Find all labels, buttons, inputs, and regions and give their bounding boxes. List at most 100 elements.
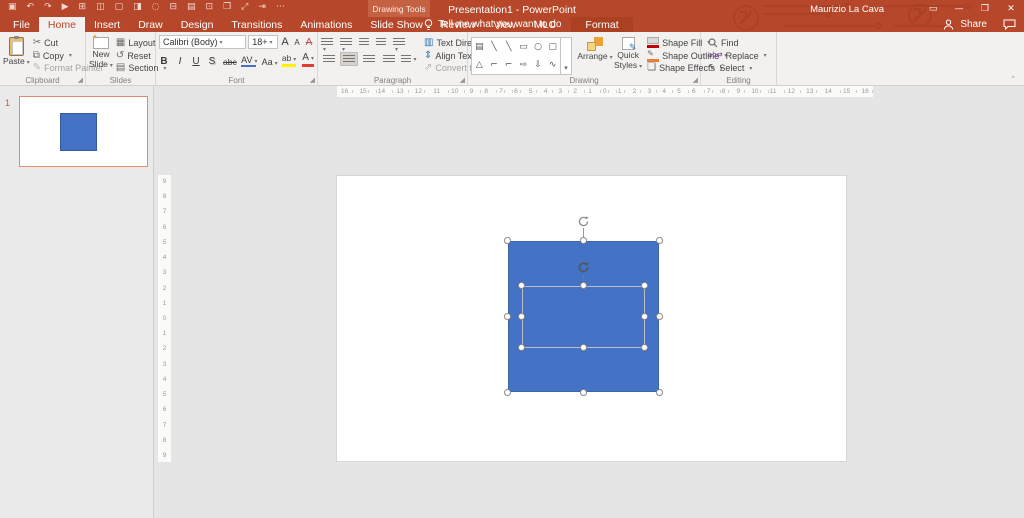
rotate-handle[interactable] bbox=[577, 215, 590, 228]
tab-animations[interactable]: Animations bbox=[291, 17, 361, 32]
next-window-icon[interactable]: ⇥ bbox=[258, 2, 266, 12]
fullscreen-icon[interactable]: ⤢ bbox=[241, 2, 248, 12]
slide-thumbnail[interactable] bbox=[19, 96, 148, 167]
comments-icon[interactable] bbox=[1003, 19, 1016, 30]
collapse-ribbon-icon[interactable]: ⌃ bbox=[1010, 75, 1016, 83]
shrink-font-button[interactable]: A bbox=[292, 38, 302, 47]
change-case-button[interactable]: Aa bbox=[262, 57, 276, 67]
clipboard-dialog-launcher-icon[interactable]: ◢ bbox=[78, 76, 83, 84]
resize-handle-middle-right[interactable] bbox=[656, 313, 663, 320]
resize-handle-top-center[interactable] bbox=[580, 237, 587, 244]
align-right-button[interactable] bbox=[361, 53, 377, 65]
font-dialog-launcher-icon[interactable]: ◢ bbox=[310, 76, 315, 84]
strikethrough-button[interactable]: abc bbox=[223, 57, 237, 67]
inner-handle-top-left[interactable] bbox=[518, 282, 525, 289]
undo-icon[interactable]: ↶ bbox=[27, 2, 35, 12]
drawing-dialog-launcher-icon[interactable]: ◢ bbox=[693, 76, 698, 84]
restore-button[interactable]: ❐ bbox=[972, 0, 998, 17]
tab-insert[interactable]: Insert bbox=[85, 17, 129, 32]
addin-icon-1[interactable]: ⊞ bbox=[79, 2, 87, 12]
paste-button[interactable]: Paste bbox=[3, 35, 30, 74]
qat-overflow-icon[interactable]: ⋯ bbox=[276, 2, 285, 12]
arrow-line-shape[interactable]: ╲ bbox=[506, 42, 511, 52]
arrange-button[interactable]: Arrange bbox=[577, 35, 611, 74]
inner-textbox-selection[interactable] bbox=[522, 286, 645, 348]
grow-font-button[interactable]: A bbox=[280, 36, 290, 48]
elbow-connector-shape[interactable]: ⌐ bbox=[490, 60, 498, 70]
elbow-arrow-connector-shape[interactable]: ⌐ bbox=[505, 60, 513, 70]
highlight-color-button[interactable]: ab bbox=[281, 54, 297, 67]
close-button[interactable]: ✕ bbox=[998, 0, 1024, 17]
addin-icon-2[interactable]: ◫ bbox=[96, 2, 105, 12]
find-button[interactable]: Find bbox=[708, 37, 767, 49]
inner-handle-middle-right[interactable] bbox=[641, 313, 648, 320]
tab-draw[interactable]: Draw bbox=[129, 17, 172, 32]
addin-icon-4[interactable]: ◨ bbox=[133, 2, 142, 12]
inner-handle-bottom-left[interactable] bbox=[518, 344, 525, 351]
tab-format[interactable]: Format bbox=[571, 17, 634, 32]
italic-button[interactable]: I bbox=[175, 56, 185, 67]
justify-button[interactable] bbox=[381, 53, 397, 65]
freeform-shape[interactable]: ∿ bbox=[549, 60, 557, 70]
inner-handle-top-center[interactable] bbox=[580, 282, 587, 289]
triangle-shape[interactable]: △ bbox=[476, 60, 483, 70]
line-spacing-button[interactable] bbox=[393, 38, 405, 47]
align-center-button[interactable] bbox=[340, 52, 358, 66]
copy-window-icon[interactable]: ❐ bbox=[223, 2, 231, 12]
align-left-button[interactable] bbox=[321, 53, 337, 65]
rectangle-shape[interactable]: ▭ bbox=[519, 42, 528, 52]
clear-formatting-button[interactable]: A bbox=[304, 37, 314, 48]
decrease-indent-button[interactable] bbox=[359, 38, 369, 47]
shapes-gallery-more-icon[interactable]: ▾ bbox=[561, 37, 572, 75]
quick-styles-button[interactable]: Quick Styles bbox=[614, 35, 642, 74]
textbox-shape[interactable]: ▤ bbox=[475, 42, 484, 52]
resize-handle-bottom-right[interactable] bbox=[656, 389, 663, 396]
increase-indent-button[interactable] bbox=[376, 38, 386, 47]
resize-handle-middle-left[interactable] bbox=[504, 313, 511, 320]
vertical-ruler[interactable]: 9 8 7 6 5 4 3 2 1 0 1 2 3 4 5 6 7 8 9 bbox=[158, 175, 171, 462]
slides-panel[interactable]: 1 bbox=[0, 86, 154, 518]
inner-rotate-handle[interactable] bbox=[577, 261, 590, 274]
horizontal-ruler[interactable]: 16 15 14 13 12 11 10 9 8 7 6 5 4 3 2 1 0 1 2 3 4 5 6 7 8 9 10 11 12 1… bbox=[337, 86, 873, 97]
resize-handle-bottom-left[interactable] bbox=[504, 389, 511, 396]
line-shape[interactable]: ╲ bbox=[491, 42, 496, 52]
addin-icon-8[interactable]: ⊡ bbox=[206, 2, 214, 12]
font-size-select[interactable]: 18+ bbox=[248, 35, 278, 49]
inner-handle-bottom-right[interactable] bbox=[641, 344, 648, 351]
resize-handle-top-right[interactable] bbox=[656, 237, 663, 244]
new-slide-button[interactable]: New Slide bbox=[89, 34, 113, 74]
start-slideshow-icon[interactable]: ▶ bbox=[62, 2, 69, 12]
select-button[interactable]: ↖ Select bbox=[708, 62, 767, 74]
inner-handle-middle-left[interactable] bbox=[518, 313, 525, 320]
addin-icon-6[interactable]: ⊟ bbox=[169, 2, 177, 12]
save-icon[interactable]: ▣ bbox=[8, 2, 17, 12]
resize-handle-top-left[interactable] bbox=[504, 237, 511, 244]
bold-button[interactable]: B bbox=[159, 56, 169, 67]
addin-icon-5[interactable]: ◌ bbox=[152, 2, 160, 12]
font-name-select[interactable]: Calibri (Body) bbox=[159, 35, 247, 49]
addin-icon-3[interactable]: ▢ bbox=[115, 2, 124, 12]
replace-button[interactable]: ab⇄ Replace bbox=[708, 50, 767, 62]
inner-handle-top-right[interactable] bbox=[641, 282, 648, 289]
resize-handle-bottom-center[interactable] bbox=[580, 389, 587, 396]
tell-me-box[interactable]: Tell me what you want to do bbox=[424, 17, 561, 32]
ribbon-display-options-icon[interactable]: ▭ bbox=[920, 0, 946, 17]
numbering-button[interactable] bbox=[340, 38, 352, 47]
font-color-button[interactable]: A bbox=[302, 52, 314, 67]
bullets-button[interactable] bbox=[321, 38, 333, 47]
addin-icon-7[interactable]: ▤ bbox=[187, 2, 196, 12]
paragraph-dialog-launcher-icon[interactable]: ◢ bbox=[460, 76, 465, 84]
tab-file[interactable]: File bbox=[4, 17, 39, 32]
tab-home[interactable]: Home bbox=[38, 17, 85, 32]
redo-icon[interactable]: ↷ bbox=[44, 2, 52, 12]
character-spacing-button[interactable]: AV bbox=[241, 55, 256, 67]
share-button[interactable]: Share bbox=[960, 19, 987, 30]
minimize-button[interactable]: — bbox=[946, 0, 972, 17]
text-shadow-button[interactable]: S bbox=[207, 56, 217, 67]
tab-design[interactable]: Design bbox=[172, 17, 223, 32]
tab-transitions[interactable]: Transitions bbox=[222, 17, 291, 32]
right-arrow-shape[interactable]: ⇨ bbox=[520, 60, 528, 70]
underline-button[interactable]: U bbox=[191, 56, 201, 67]
user-account-name[interactable]: Maurizio La Cava bbox=[810, 4, 884, 15]
columns-button[interactable] bbox=[401, 53, 417, 65]
